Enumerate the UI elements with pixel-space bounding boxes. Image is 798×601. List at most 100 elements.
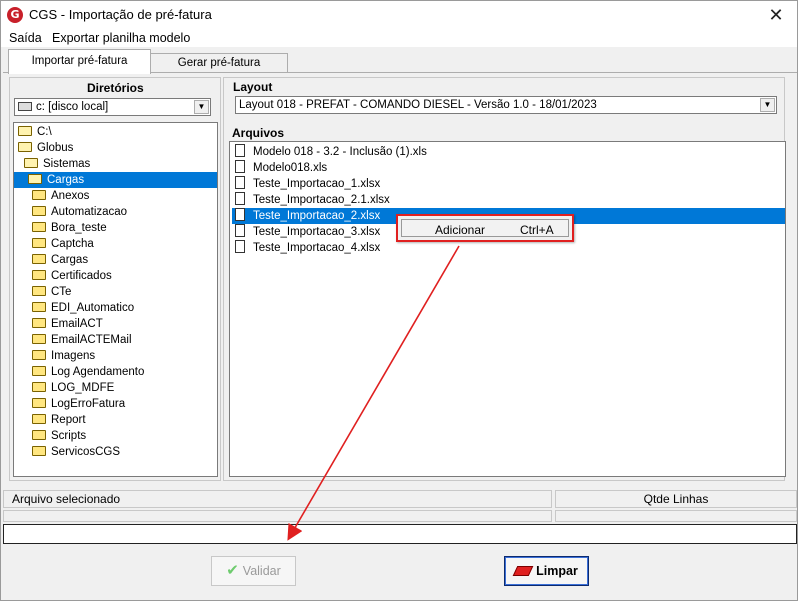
- eraser-icon: [512, 566, 534, 576]
- folder-icon: [32, 206, 46, 216]
- folder-icon: [32, 318, 46, 328]
- tree-item-label: Anexos: [51, 190, 90, 202]
- folder-icon: [32, 286, 46, 296]
- layout-header: Layout: [233, 80, 273, 94]
- file-item[interactable]: Teste_Importacao_2.1.xlsx: [232, 192, 785, 208]
- tree-item[interactable]: C:\: [14, 124, 217, 140]
- tree-item[interactable]: Certificados: [14, 268, 217, 284]
- clear-button[interactable]: Limpar: [504, 556, 589, 586]
- tree-item-label: EmailACT: [51, 318, 103, 330]
- tree-item[interactable]: Cargas: [14, 252, 217, 268]
- tree-item[interactable]: EDI_Automatico: [14, 300, 217, 316]
- tree-item-label: EDI_Automatico: [51, 302, 135, 314]
- layout-select-value: Layout 018 - PREFAT - COMANDO DIESEL - V…: [239, 99, 597, 111]
- file-item[interactable]: Modelo018.xls: [232, 160, 785, 176]
- tree-item[interactable]: Automatizacao: [14, 204, 217, 220]
- file-item-label: Teste_Importacao_2.xlsx: [253, 210, 381, 222]
- menu-item-export-template[interactable]: Exportar planilha modelo: [52, 31, 190, 45]
- folder-icon: [32, 366, 46, 376]
- context-menu: Adicionar Ctrl+A: [396, 214, 574, 242]
- window-title: CGS - Importação de pré-fatura: [29, 7, 212, 22]
- folder-icon: [32, 350, 46, 360]
- app-logo-icon: G: [7, 7, 23, 23]
- folder-open-icon: [28, 174, 42, 184]
- title-bar: G CGS - Importação de pré-fatura ✕: [1, 1, 797, 29]
- folder-icon: [32, 382, 46, 392]
- file-item-label: Teste_Importacao_1.xlsx: [253, 178, 381, 190]
- folder-icon: [32, 254, 46, 264]
- context-menu-label: Adicionar: [435, 223, 486, 237]
- tree-item[interactable]: Cargas: [14, 172, 217, 188]
- tree-item-label: Globus: [37, 142, 74, 154]
- line-count-label-cell: Qtde Linhas: [555, 490, 797, 508]
- tree-item-label: Certificados: [51, 270, 112, 282]
- document-icon: [235, 192, 245, 205]
- tree-item[interactable]: LOG_MDFE: [14, 380, 217, 396]
- drive-select[interactable]: c: [disco local] ▼: [14, 98, 211, 116]
- context-menu-shortcut: Ctrl+A: [520, 223, 554, 237]
- tree-item-label: Imagens: [51, 350, 96, 362]
- menu-item-saida[interactable]: Saída: [9, 31, 42, 45]
- tab-strip: Importar pré-fatura Gerar pré-fatura: [1, 49, 797, 74]
- folder-icon: [32, 238, 46, 248]
- file-item-label: Modelo 018 - 3.2 - Inclusão (1).xls: [253, 146, 427, 158]
- tree-item[interactable]: EmailACTEMail: [14, 332, 217, 348]
- file-item-label: Teste_Importacao_2.1.xlsx: [253, 194, 390, 206]
- tab-import-prefatura[interactable]: Importar pré-fatura: [8, 49, 151, 74]
- tree-item-label: Automatizacao: [51, 206, 128, 218]
- close-icon[interactable]: ✕: [765, 4, 787, 26]
- file-item-label: Teste_Importacao_4.xlsx: [253, 242, 381, 254]
- line-count-value-cell: [555, 510, 797, 522]
- tree-item-label: C:\: [37, 126, 52, 138]
- tree-item[interactable]: Log Agendamento: [14, 364, 217, 380]
- file-item[interactable]: Teste_Importacao_1.xlsx: [232, 176, 785, 192]
- selected-file-label-cell: Arquivo selecionado: [3, 490, 552, 508]
- tree-item[interactable]: Bora_teste: [14, 220, 217, 236]
- tree-item[interactable]: CTe: [14, 284, 217, 300]
- tree-item-label: Scripts: [51, 430, 87, 442]
- tree-item-label: LogErroFatura: [51, 398, 126, 410]
- chevron-down-icon[interactable]: ▼: [194, 100, 209, 114]
- document-icon: [235, 208, 245, 221]
- file-item[interactable]: Modelo 018 - 3.2 - Inclusão (1).xls: [232, 144, 785, 160]
- folder-icon: [32, 190, 46, 200]
- context-menu-item-add[interactable]: Adicionar Ctrl+A: [401, 219, 569, 237]
- tree-item[interactable]: Imagens: [14, 348, 217, 364]
- drive-select-value: c: [disco local]: [36, 101, 109, 113]
- tab-generate-prefatura[interactable]: Gerar pré-fatura: [150, 53, 288, 73]
- clear-button-label: Limpar: [536, 564, 578, 578]
- tree-item[interactable]: LogErroFatura: [14, 396, 217, 412]
- selected-file-input[interactable]: [3, 524, 797, 544]
- tree-item-label: Sistemas: [43, 158, 91, 170]
- folder-icon: [32, 446, 46, 456]
- tree-item[interactable]: Scripts: [14, 428, 217, 444]
- tree-item-label: LOG_MDFE: [51, 382, 115, 394]
- document-icon: [235, 144, 245, 157]
- layout-select[interactable]: Layout 018 - PREFAT - COMANDO DIESEL - V…: [235, 96, 777, 114]
- tree-item[interactable]: Anexos: [14, 188, 217, 204]
- folder-open-icon: [18, 142, 32, 152]
- file-item[interactable]: Teste_Importacao_4.xlsx: [232, 240, 785, 256]
- chevron-down-icon[interactable]: ▼: [760, 98, 775, 112]
- folder-icon: [32, 270, 46, 280]
- folder-icon: [32, 302, 46, 312]
- tree-item-label: Report: [51, 414, 86, 426]
- tree-item-label: EmailACTEMail: [51, 334, 132, 346]
- document-icon: [235, 240, 245, 253]
- directory-tree[interactable]: C:\ Globus Sistemas Cargas Anexos Automatizac…: [13, 122, 218, 477]
- folder-icon: [32, 414, 46, 424]
- tree-item-label: Cargas: [47, 174, 85, 186]
- document-icon: [235, 224, 245, 237]
- tree-item[interactable]: Sistemas: [14, 156, 217, 172]
- drive-icon: [18, 102, 32, 111]
- menu-bar: Saída Exportar planilha modelo: [1, 29, 797, 47]
- validate-button[interactable]: ✔ Validar: [211, 556, 296, 586]
- tree-item[interactable]: Globus: [14, 140, 217, 156]
- tree-item[interactable]: Report: [14, 412, 217, 428]
- tree-item[interactable]: ServicosCGS: [14, 444, 217, 460]
- tree-item[interactable]: EmailACT: [14, 316, 217, 332]
- folder-icon: [32, 398, 46, 408]
- file-list[interactable]: Modelo 018 - 3.2 - Inclusão (1).xls Model…: [229, 141, 786, 477]
- tree-item-label: ServicosCGS: [51, 446, 121, 458]
- tree-item[interactable]: Captcha: [14, 236, 217, 252]
